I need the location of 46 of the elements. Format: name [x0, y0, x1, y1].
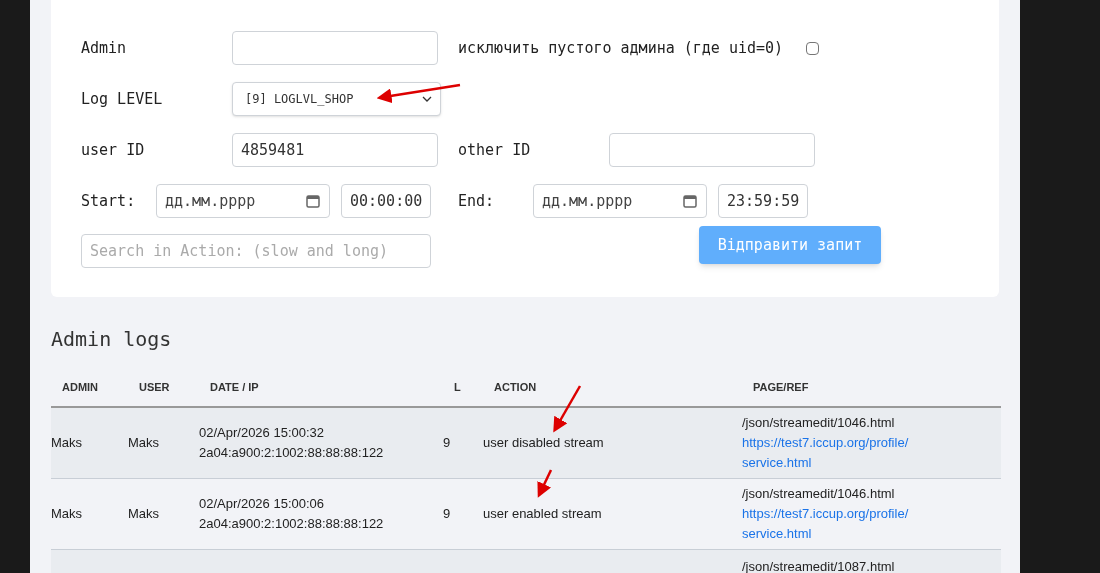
chevron-icon — [422, 96, 432, 102]
calendar-icon[interactable] — [682, 193, 698, 209]
field-label: other ID — [458, 139, 532, 161]
column-header: USER — [139, 380, 170, 393]
log-level-select[interactable]: [9] LOGLVL_SHOP — [232, 82, 441, 116]
page-path: /json/streamedit/1046.html — [742, 413, 896, 432]
field-label: Log LEVEL — [81, 88, 164, 110]
date-text: 02/Apr/2026 15:00:32 — [199, 423, 326, 442]
calendar-icon[interactable] — [305, 193, 321, 209]
annotation-arrow — [537, 469, 553, 498]
date-text: 02/Apr/2026 15:00:06 — [199, 494, 326, 513]
field-label: Admin — [81, 37, 128, 59]
ip-text: 2a04:a900:2:1002:88:88:88:122 — [199, 514, 385, 533]
page-path: /json/streamedit/1087.html — [742, 557, 896, 573]
action-search-input[interactable]: Search in Action: (slow and long) — [81, 234, 431, 268]
table-cell: Maks — [51, 505, 83, 521]
table-cell: Maks — [128, 505, 160, 521]
page-path: /json/streamedit/1046.html — [742, 484, 896, 503]
date-field[interactable]: дд.мм.рррр — [156, 184, 330, 218]
column-header: ACTION — [494, 380, 537, 393]
table-cell: user disabled stream — [483, 435, 604, 450]
column-header: ADMIN — [62, 380, 99, 393]
table-cell: 9 — [443, 435, 451, 450]
checkbox-label: исключить пустого админа (где uid=0) — [458, 37, 784, 59]
ip-text: 2a04:a900:2:1002:88:88:88:122 — [199, 443, 385, 462]
table-cell: 9 — [443, 505, 451, 521]
start-time-input[interactable]: 00:00:00 — [341, 184, 431, 218]
user-id-input[interactable]: 4859481 — [232, 133, 438, 167]
column-header: DATE / IP — [210, 380, 259, 393]
referrer-link[interactable]: https://test7.iccup.org/profile/service.html — [742, 432, 920, 473]
table-cell: user enabled stream — [483, 505, 602, 521]
section-title: Admin logs — [51, 328, 173, 350]
column-header: L — [454, 380, 461, 393]
table-cell: Maks — [51, 435, 83, 450]
table-cell: Maks — [128, 435, 160, 450]
annotation-arrow — [553, 385, 582, 433]
end-time-input[interactable]: 23:59:59 — [718, 184, 808, 218]
other-id-input[interactable] — [609, 133, 815, 167]
date-field[interactable]: дд.мм.рррр — [533, 184, 707, 218]
field-label: user ID — [81, 139, 146, 161]
admin-input[interactable] — [232, 31, 438, 65]
referrer-link[interactable]: https://test7.iccup.org/profile/service.html — [742, 503, 920, 544]
exclude-checkbox[interactable] — [806, 41, 820, 55]
column-header: PAGE/REF — [753, 380, 809, 393]
field-label: Start: — [81, 190, 137, 212]
field-label: End: — [458, 190, 496, 212]
